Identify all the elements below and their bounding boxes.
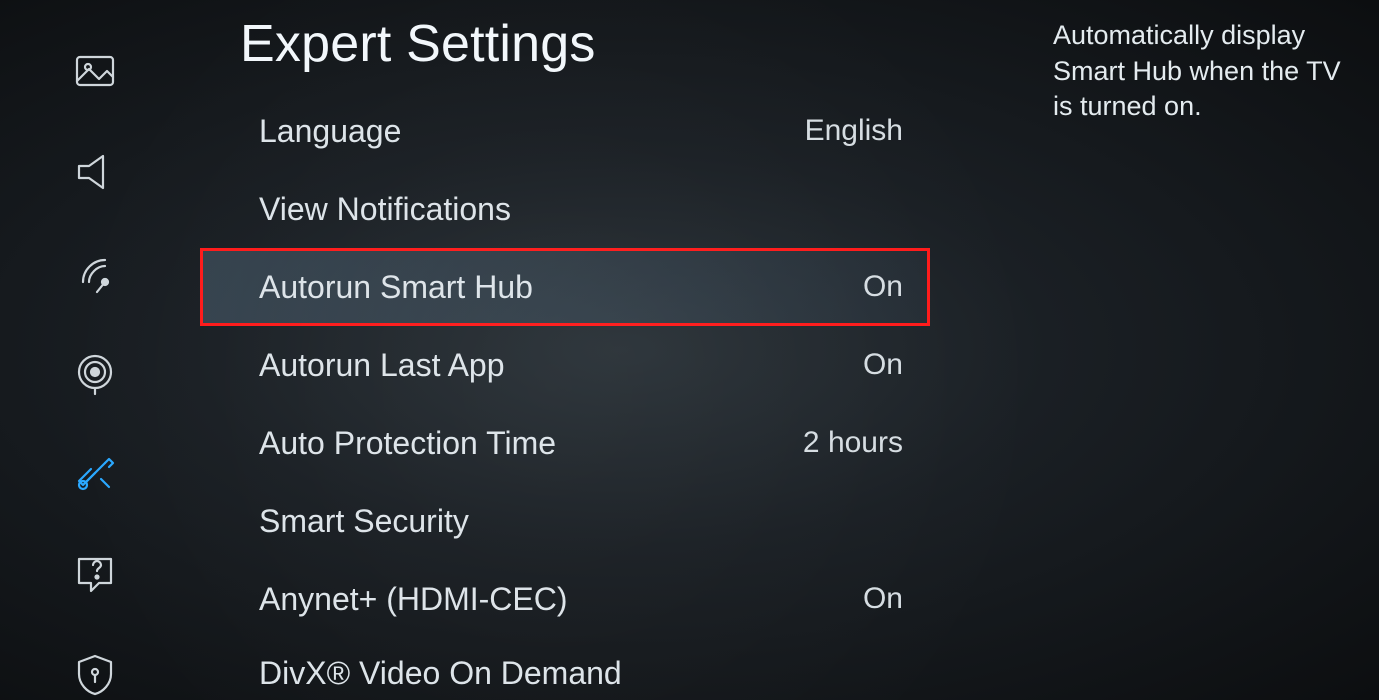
privacy-icon[interactable] <box>67 648 123 700</box>
row-view-notifications[interactable]: View Notifications <box>200 170 930 248</box>
row-label: Smart Security <box>259 503 469 540</box>
description-panel: Automatically display Smart Hub when the… <box>1053 18 1353 125</box>
row-value: On <box>863 348 903 382</box>
picture-icon[interactable] <box>67 45 123 97</box>
row-value: On <box>863 270 903 304</box>
row-label: Autorun Smart Hub <box>259 269 533 306</box>
row-language[interactable]: Language English <box>200 92 930 170</box>
row-autorun-last-app[interactable]: Autorun Last App On <box>200 326 930 404</box>
row-label: Anynet+ (HDMI-CEC) <box>259 581 568 618</box>
row-value: English <box>805 114 903 148</box>
row-autorun-smart-hub[interactable]: Autorun Smart Hub On <box>200 248 930 326</box>
row-anynet[interactable]: Anynet+ (HDMI-CEC) On <box>200 560 930 638</box>
network-icon[interactable] <box>67 346 123 398</box>
settings-list: Language English View Notifications Auto… <box>200 92 930 698</box>
row-smart-security[interactable]: Smart Security <box>200 482 930 560</box>
row-label: Auto Protection Time <box>259 425 556 462</box>
row-auto-protection-time[interactable]: Auto Protection Time 2 hours <box>200 404 930 482</box>
row-label: DivX® Video On Demand <box>259 655 622 692</box>
row-label: Language <box>259 113 401 150</box>
system-icon[interactable] <box>67 447 123 499</box>
row-divx[interactable]: DivX® Video On Demand <box>200 638 930 698</box>
row-value: On <box>863 582 903 616</box>
settings-sidebar <box>0 0 190 700</box>
row-label: View Notifications <box>259 191 511 228</box>
row-label: Autorun Last App <box>259 347 505 384</box>
sound-icon[interactable] <box>67 145 123 197</box>
row-value: 2 hours <box>803 426 903 460</box>
broadcast-icon[interactable] <box>67 246 123 298</box>
support-icon[interactable] <box>67 547 123 599</box>
